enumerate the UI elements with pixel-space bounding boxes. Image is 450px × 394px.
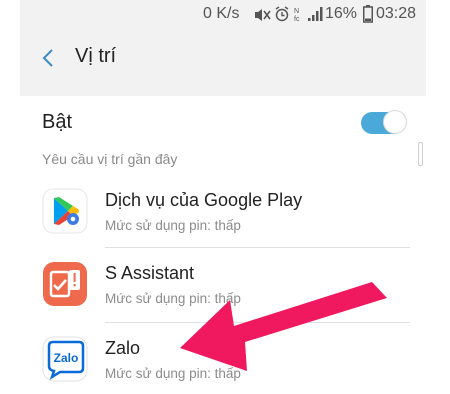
divider	[105, 322, 410, 323]
app-row-zalo[interactable]: Zalo Zalo Mức sử dụng pin: thấp	[20, 324, 426, 394]
battery-percent: 16%	[325, 5, 358, 22]
scroll-indicator	[418, 142, 423, 166]
app-battery-usage: Mức sử dụng pin: thấp	[105, 218, 241, 233]
location-toggle-label: Bật	[42, 111, 73, 133]
location-toggle-switch[interactable]	[361, 110, 407, 134]
app-row-google-play-services[interactable]: Dịch vụ của Google Play Mức sử dụng pin:…	[20, 176, 426, 250]
app-row-s-assistant[interactable]: S Assistant Mức sử dụng pin: thấp	[20, 249, 426, 323]
app-name: Zalo	[105, 338, 141, 358]
location-settings-card: Bật Yêu cầu vị trí gần đây Dịch vụ của G…	[20, 96, 426, 394]
network-speed: 0 K/s	[203, 5, 240, 22]
app-bar: Vị trí	[20, 28, 426, 88]
status-bar: 0 K/s N fc 16% 03:28	[20, 0, 426, 28]
location-toggle-row[interactable]: Bật	[20, 96, 426, 146]
divider	[105, 247, 410, 248]
app-name: S Assistant	[105, 263, 195, 283]
s-assistant-icon	[43, 262, 87, 306]
battery-icon	[363, 5, 373, 23]
app-battery-usage: Mức sử dụng pin: thấp	[105, 366, 241, 381]
app-name: Dịch vụ của Google Play	[105, 190, 303, 210]
google-play-services-icon	[42, 188, 88, 234]
nfc-icon: N fc	[294, 8, 300, 22]
toggle-knob	[383, 110, 407, 134]
app-battery-usage: Mức sử dụng pin: thấp	[105, 291, 241, 306]
back-arrow-icon[interactable]	[42, 48, 54, 68]
page-title: Vị trí	[75, 45, 117, 67]
alarm-icon	[275, 6, 289, 22]
svg-text:fc: fc	[294, 16, 300, 22]
svg-text:Zalo: Zalo	[54, 351, 79, 365]
svg-text:N: N	[294, 8, 299, 15]
recent-requests-header: Yêu cầu vị trí gần đây	[42, 151, 178, 167]
phone-screen: 0 K/s N fc 16% 03:28 Vị trí Bật Yêu cầu …	[20, 0, 426, 394]
signal-icon	[308, 7, 323, 21]
mute-icon	[255, 9, 271, 21]
clock: 03:28	[376, 5, 417, 22]
zalo-icon: Zalo	[42, 336, 88, 382]
